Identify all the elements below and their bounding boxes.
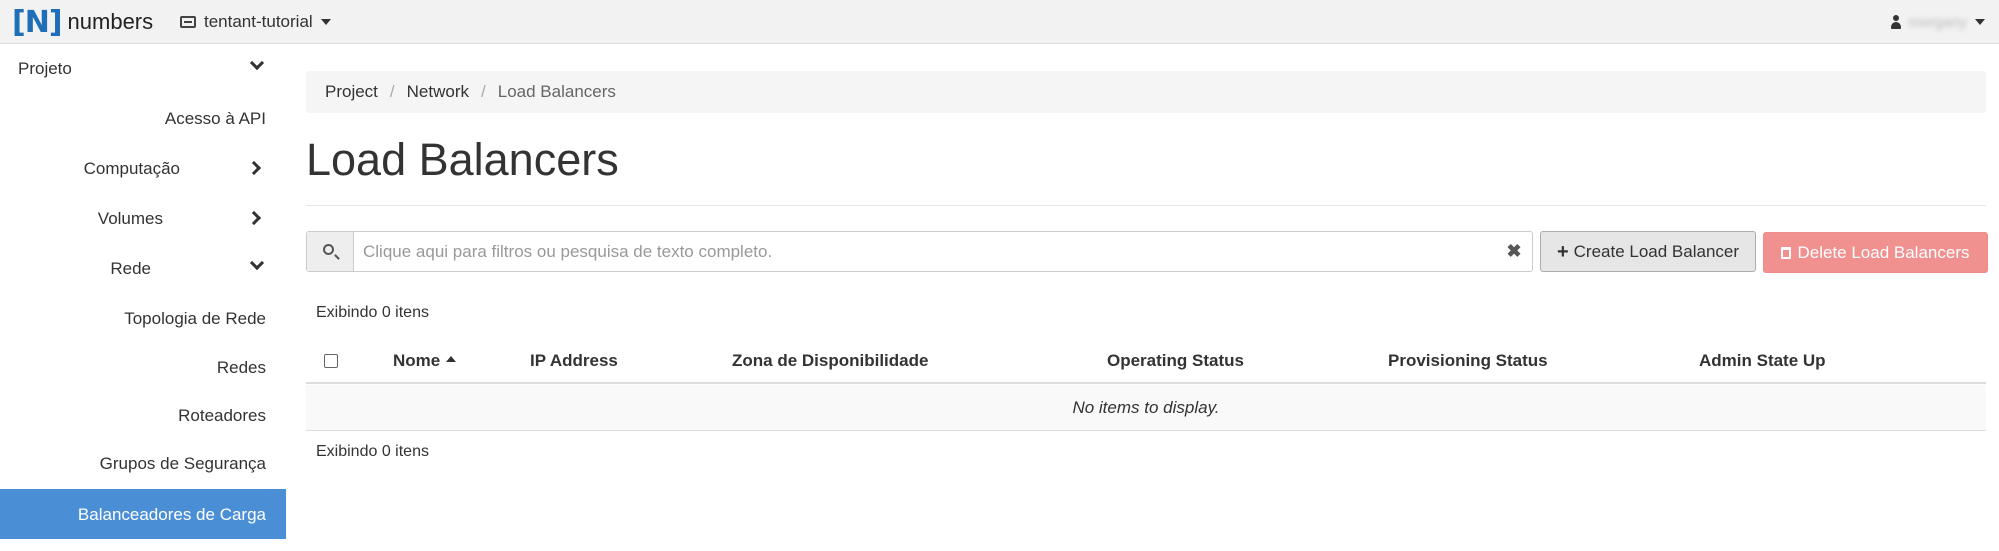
caret-down-icon — [1975, 19, 1985, 25]
breadcrumb-project[interactable]: Project — [325, 82, 378, 102]
sidebar-item-rede[interactable]: Rede — [0, 245, 286, 293]
caret-down-icon — [320, 19, 331, 25]
sidebar-item-topologia-de-rede[interactable]: Topologia de Rede — [0, 295, 286, 343]
chevron-down-icon — [249, 255, 265, 271]
column-header-admin-state-up[interactable]: Admin State Up — [1699, 351, 1826, 371]
user-icon — [1890, 15, 1901, 29]
search-addon[interactable] — [307, 232, 354, 271]
trash-icon — [1781, 246, 1792, 259]
create-load-balancer-button[interactable]: + Create Load Balancer — [1540, 231, 1756, 272]
breadcrumb-load-balancers: Load Balancers — [497, 82, 616, 101]
search-input[interactable] — [355, 232, 1485, 271]
breadcrumb-separator: / — [389, 82, 395, 101]
plus-icon: + — [1556, 240, 1569, 263]
sidebar-item-computacao[interactable]: Computação — [0, 145, 286, 193]
user-menu[interactable]: morgany — [1890, 10, 1985, 34]
column-header-ip-address[interactable]: IP Address — [530, 351, 618, 371]
create-button-label: Create Load Balancer — [1573, 241, 1740, 261]
sidebar-item-label: Rede — [110, 259, 151, 278]
chevron-right-icon — [246, 160, 262, 176]
logo-mark: [N] — [12, 4, 63, 40]
sidebar-item-label: Roteadores — [178, 406, 266, 425]
project-icon — [180, 16, 196, 28]
breadcrumb: Project / Network / Load Balancers — [306, 71, 1986, 113]
sidebar-item-acesso-api[interactable]: Acesso à API — [0, 95, 286, 143]
column-header-label: Nome — [393, 351, 441, 370]
select-all-checkbox[interactable] — [324, 354, 338, 368]
sidebar-item-label: Computação — [83, 159, 180, 178]
user-name: morgany — [1908, 13, 1967, 31]
chevron-right-icon — [246, 210, 262, 226]
sidebar-item-roteadores[interactable]: Roteadores — [0, 392, 286, 440]
sidebar-item-label: Acesso à API — [164, 109, 266, 128]
breadcrumb-network[interactable]: Network — [407, 82, 469, 102]
top-navbar: [N] numbers tentant-tutorial morgany — [0, 0, 1999, 44]
search-icon — [323, 244, 334, 255]
sidebar-item-label: Volumes — [97, 209, 163, 228]
delete-button-label: Delete Load Balancers — [1797, 242, 1970, 262]
column-header-nome[interactable]: Nome — [393, 351, 457, 371]
sidebar-item-label: Redes — [216, 358, 266, 377]
breadcrumb-separator: / — [481, 82, 486, 101]
table-header: Nome IP Address Zona de Disponibilidade … — [306, 339, 1986, 384]
item-count-bottom: Exibindo 0 itens — [316, 443, 429, 460]
table-empty-row: No items to display. — [306, 385, 1986, 431]
page-title: Load Balancers — [306, 134, 619, 185]
sidebar-item-projeto[interactable]: Projeto — [0, 45, 286, 93]
logo-text: numbers — [67, 9, 154, 34]
brand-logo[interactable]: [N] numbers — [12, 4, 154, 40]
title-divider — [306, 205, 1986, 206]
column-header-zona[interactable]: Zona de Disponibilidade — [732, 351, 928, 371]
filter-bar: ✖ — [306, 231, 1533, 272]
item-count-top: Exibindo 0 itens — [316, 304, 429, 321]
sidebar-item-label: Topologia de Rede — [124, 309, 266, 328]
sidebar-item-label: Grupos de Segurança — [99, 454, 266, 473]
clear-icon[interactable]: ✖ — [1506, 242, 1522, 260]
sidebar-item-grupos-de-seguranca[interactable]: Grupos de Segurança — [0, 440, 286, 488]
sort-ascending-icon — [446, 356, 457, 362]
sidebar-item-redes[interactable]: Redes — [0, 344, 286, 392]
project-selector[interactable]: tentant-tutorial — [180, 9, 331, 35]
sidebar-item-volumes[interactable]: Volumes — [0, 195, 286, 243]
empty-message: No items to display. — [1072, 398, 1220, 417]
column-header-provisioning-status[interactable]: Provisioning Status — [1388, 351, 1548, 371]
project-name: tentant-tutorial — [204, 12, 313, 31]
sidebar: Projeto Acesso à API Computação Volumes … — [0, 45, 286, 551]
column-header-operating-status[interactable]: Operating Status — [1107, 351, 1244, 371]
chevron-down-icon — [249, 55, 265, 71]
delete-load-balancers-button[interactable]: Delete Load Balancers — [1763, 232, 1988, 273]
sidebar-item-balanceadores-de-carga[interactable]: Balanceadores de Carga — [0, 489, 286, 539]
sidebar-item-label: Projeto — [18, 59, 72, 78]
sidebar-item-label: Balanceadores de Carga — [77, 505, 266, 524]
